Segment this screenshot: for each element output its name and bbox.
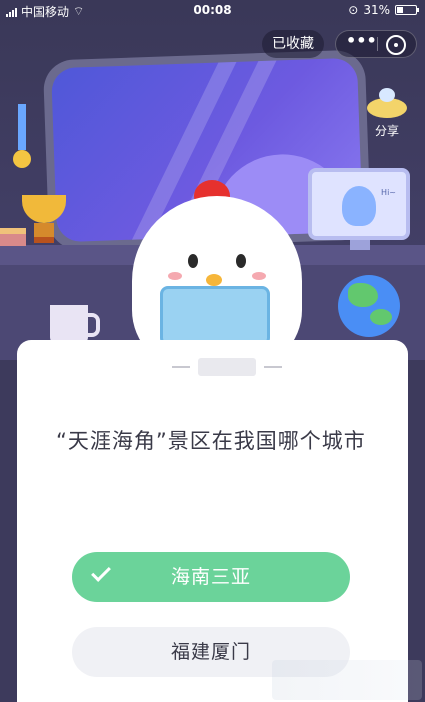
- mug-icon: [50, 305, 100, 345]
- mini-program-capsule: •••: [335, 30, 417, 58]
- share-button[interactable]: 分享: [362, 88, 412, 139]
- watermark: [272, 660, 422, 700]
- battery-percent: 31%: [363, 3, 390, 17]
- capsule-divider: [377, 37, 378, 51]
- medal-icon: [8, 104, 36, 174]
- more-dots-icon[interactable]: •••: [346, 31, 377, 57]
- blurred-tag: [198, 358, 256, 376]
- answer-option-correct[interactable]: 海南三亚: [72, 552, 350, 602]
- monitor-illustration: Hi~: [308, 168, 410, 240]
- rotation-lock-icon: ⊙: [348, 3, 359, 17]
- book-icon: [160, 286, 270, 346]
- check-icon: [91, 562, 111, 582]
- card-tag: [172, 358, 282, 376]
- books-icon: [0, 228, 26, 246]
- alien-icon: [342, 186, 376, 226]
- favorited-button[interactable]: 已收藏: [262, 30, 324, 58]
- ufo-share-icon: [367, 88, 407, 118]
- status-bar: 中国移动 ⌔ 00:08 ⊙ 31%: [0, 0, 425, 22]
- globe-icon: [338, 275, 400, 337]
- share-label: 分享: [374, 124, 399, 138]
- chick-mascot: [132, 180, 302, 360]
- question-text: “天涯海角”景区在我国哪个城市: [56, 429, 366, 453]
- answer-option-label: 海南三亚: [170, 566, 251, 588]
- close-circle-icon[interactable]: [386, 35, 406, 55]
- trophy-icon: [22, 195, 66, 243]
- battery-icon: [395, 5, 419, 15]
- monitor-stand: [350, 240, 370, 250]
- answer-option-label: 福建厦门: [170, 641, 251, 663]
- monitor-text: Hi~: [381, 188, 396, 197]
